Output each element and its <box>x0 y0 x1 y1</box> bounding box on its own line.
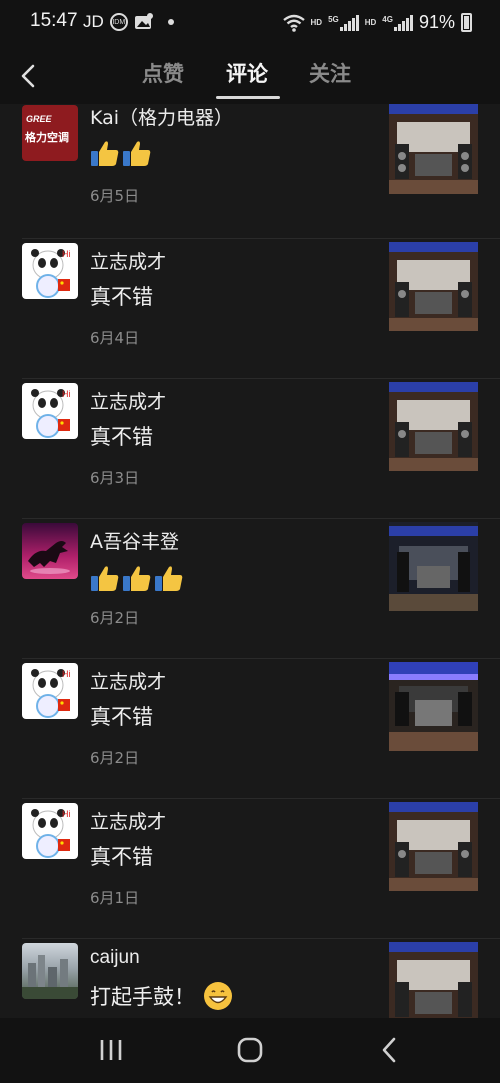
post-thumbnail[interactable] <box>389 662 478 751</box>
svg-text:Hi: Hi <box>62 389 71 399</box>
comment-username[interactable]: 立志成才 <box>90 247 166 274</box>
city-photo-image <box>22 955 78 999</box>
tab-follows[interactable]: 关注 <box>309 58 351 88</box>
comment-text-body: 打起手鼓！ <box>90 985 195 1009</box>
thumbs-up-icon <box>123 141 151 166</box>
post-thumbnail[interactable] <box>389 942 478 1018</box>
svg-text:Hi: Hi <box>62 809 71 819</box>
carrier-label: JD <box>83 12 104 31</box>
comment-date: 6月2日 <box>90 609 140 627</box>
status-bar: 15:47 JD IDM HD 5G HD 4G 91% <box>0 0 500 48</box>
grinning-face-icon <box>204 982 232 1010</box>
horse-image <box>28 541 70 574</box>
back-icon[interactable] <box>378 1036 402 1064</box>
status-notification-icons: JD IDM <box>83 12 174 32</box>
gallery-icon <box>134 13 153 29</box>
home-icon[interactable] <box>236 1036 264 1064</box>
system-nav-bar <box>0 1018 500 1083</box>
hifi-room-image <box>389 242 478 331</box>
comment-username[interactable]: Kai（格力电器） <box>90 104 233 130</box>
hd-label-2: HD <box>364 18 377 27</box>
list-item[interactable]: GREE 格力空调 Kai（格力电器） 6月5日 <box>0 104 500 239</box>
avatar[interactable] <box>22 523 78 579</box>
post-thumbnail[interactable] <box>389 522 478 611</box>
panda-mascot-image: Hi <box>31 249 71 298</box>
hifi-room-image <box>389 662 478 751</box>
panda-mascot-image: Hi <box>31 809 71 858</box>
comment-username[interactable]: A吾谷丰登 <box>90 527 179 554</box>
avatar[interactable]: Hi <box>22 383 78 439</box>
signal-5g-icon: 5G <box>328 14 359 31</box>
hifi-room-image <box>389 104 478 194</box>
avatar[interactable]: GREE 格力空调 <box>22 105 78 161</box>
comment-text: 真不错 <box>90 845 153 869</box>
comment-username[interactable]: 立志成才 <box>90 387 166 414</box>
list-item[interactable]: Hi 立志成才 真不错 6月3日 <box>0 379 500 519</box>
comment-date: 6月2日 <box>90 749 140 767</box>
list-item[interactable]: caijun 打起手鼓！ <box>0 939 500 1018</box>
hifi-room-image <box>389 802 478 891</box>
signal-4g-icon: 4G <box>382 14 413 31</box>
thumbs-up-icon <box>91 566 119 591</box>
comment-text: 真不错 <box>90 425 153 449</box>
battery-icon <box>461 13 472 32</box>
clock: 15:47 <box>30 10 78 31</box>
comment-date: 6月3日 <box>90 469 140 487</box>
panda-mascot-image: Hi <box>31 669 71 718</box>
comment-date: 6月4日 <box>90 329 140 347</box>
avatar[interactable]: Hi <box>22 663 78 719</box>
post-thumbnail[interactable] <box>389 802 478 891</box>
post-thumbnail[interactable] <box>389 382 478 471</box>
comment-username[interactable]: caijun <box>90 947 140 969</box>
panda-mascot-image: Hi <box>31 389 71 438</box>
battery-percent: 91% <box>418 12 455 32</box>
svg-text:Hi: Hi <box>62 249 71 259</box>
avatar[interactable] <box>22 943 78 999</box>
post-thumbnail[interactable] <box>389 104 478 194</box>
comment-list[interactable]: GREE 格力空调 Kai（格力电器） 6月5日 Hi 立志成才 真不错 6月4… <box>0 104 500 1018</box>
tab-likes[interactable]: 点赞 <box>142 58 184 88</box>
avatar[interactable]: Hi <box>22 803 78 859</box>
idm-icon: IDM <box>109 13 128 31</box>
dot-icon <box>167 19 174 25</box>
thumbs-up-icon <box>155 566 183 591</box>
hifi-room-image <box>389 522 478 611</box>
comment-text: 真不错 <box>90 285 153 309</box>
list-item[interactable]: A吾谷丰登 6月2日 <box>0 519 500 659</box>
comment-date: 6月1日 <box>90 889 140 907</box>
hifi-room-image <box>389 942 478 1018</box>
comment-date: 6月5日 <box>90 187 140 205</box>
comment-username[interactable]: 立志成才 <box>90 667 166 694</box>
thumbs-up-icon <box>91 141 119 166</box>
thumbs-up-icon <box>123 566 151 591</box>
wifi-icon <box>282 14 305 32</box>
hd-label: HD <box>310 18 323 27</box>
active-tab-indicator <box>216 96 280 99</box>
svg-text:Hi: Hi <box>62 669 71 679</box>
list-item[interactable]: Hi 立志成才 真不错 6月1日 <box>0 799 500 939</box>
avatar[interactable]: Hi <box>22 243 78 299</box>
post-thumbnail[interactable] <box>389 242 478 331</box>
comment-text <box>90 139 152 167</box>
top-tab-header: 点赞 评论 关注 <box>0 48 500 104</box>
status-system-icons: HD 5G HD 4G 91% <box>282 12 472 33</box>
recent-apps-icon[interactable] <box>98 1036 124 1064</box>
comment-username[interactable]: 立志成才 <box>90 807 166 834</box>
comment-text: 真不错 <box>90 705 153 729</box>
comment-text <box>90 564 184 592</box>
hifi-room-image <box>389 382 478 471</box>
comment-text: 打起手鼓！ <box>90 981 233 1011</box>
tab-comments[interactable]: 评论 <box>226 58 268 88</box>
list-item[interactable]: Hi 立志成才 真不错 6月4日 <box>0 239 500 379</box>
list-item[interactable]: Hi 立志成才 真不错 6月2日 <box>0 659 500 799</box>
tab-bar: 点赞 评论 关注 <box>0 48 500 104</box>
